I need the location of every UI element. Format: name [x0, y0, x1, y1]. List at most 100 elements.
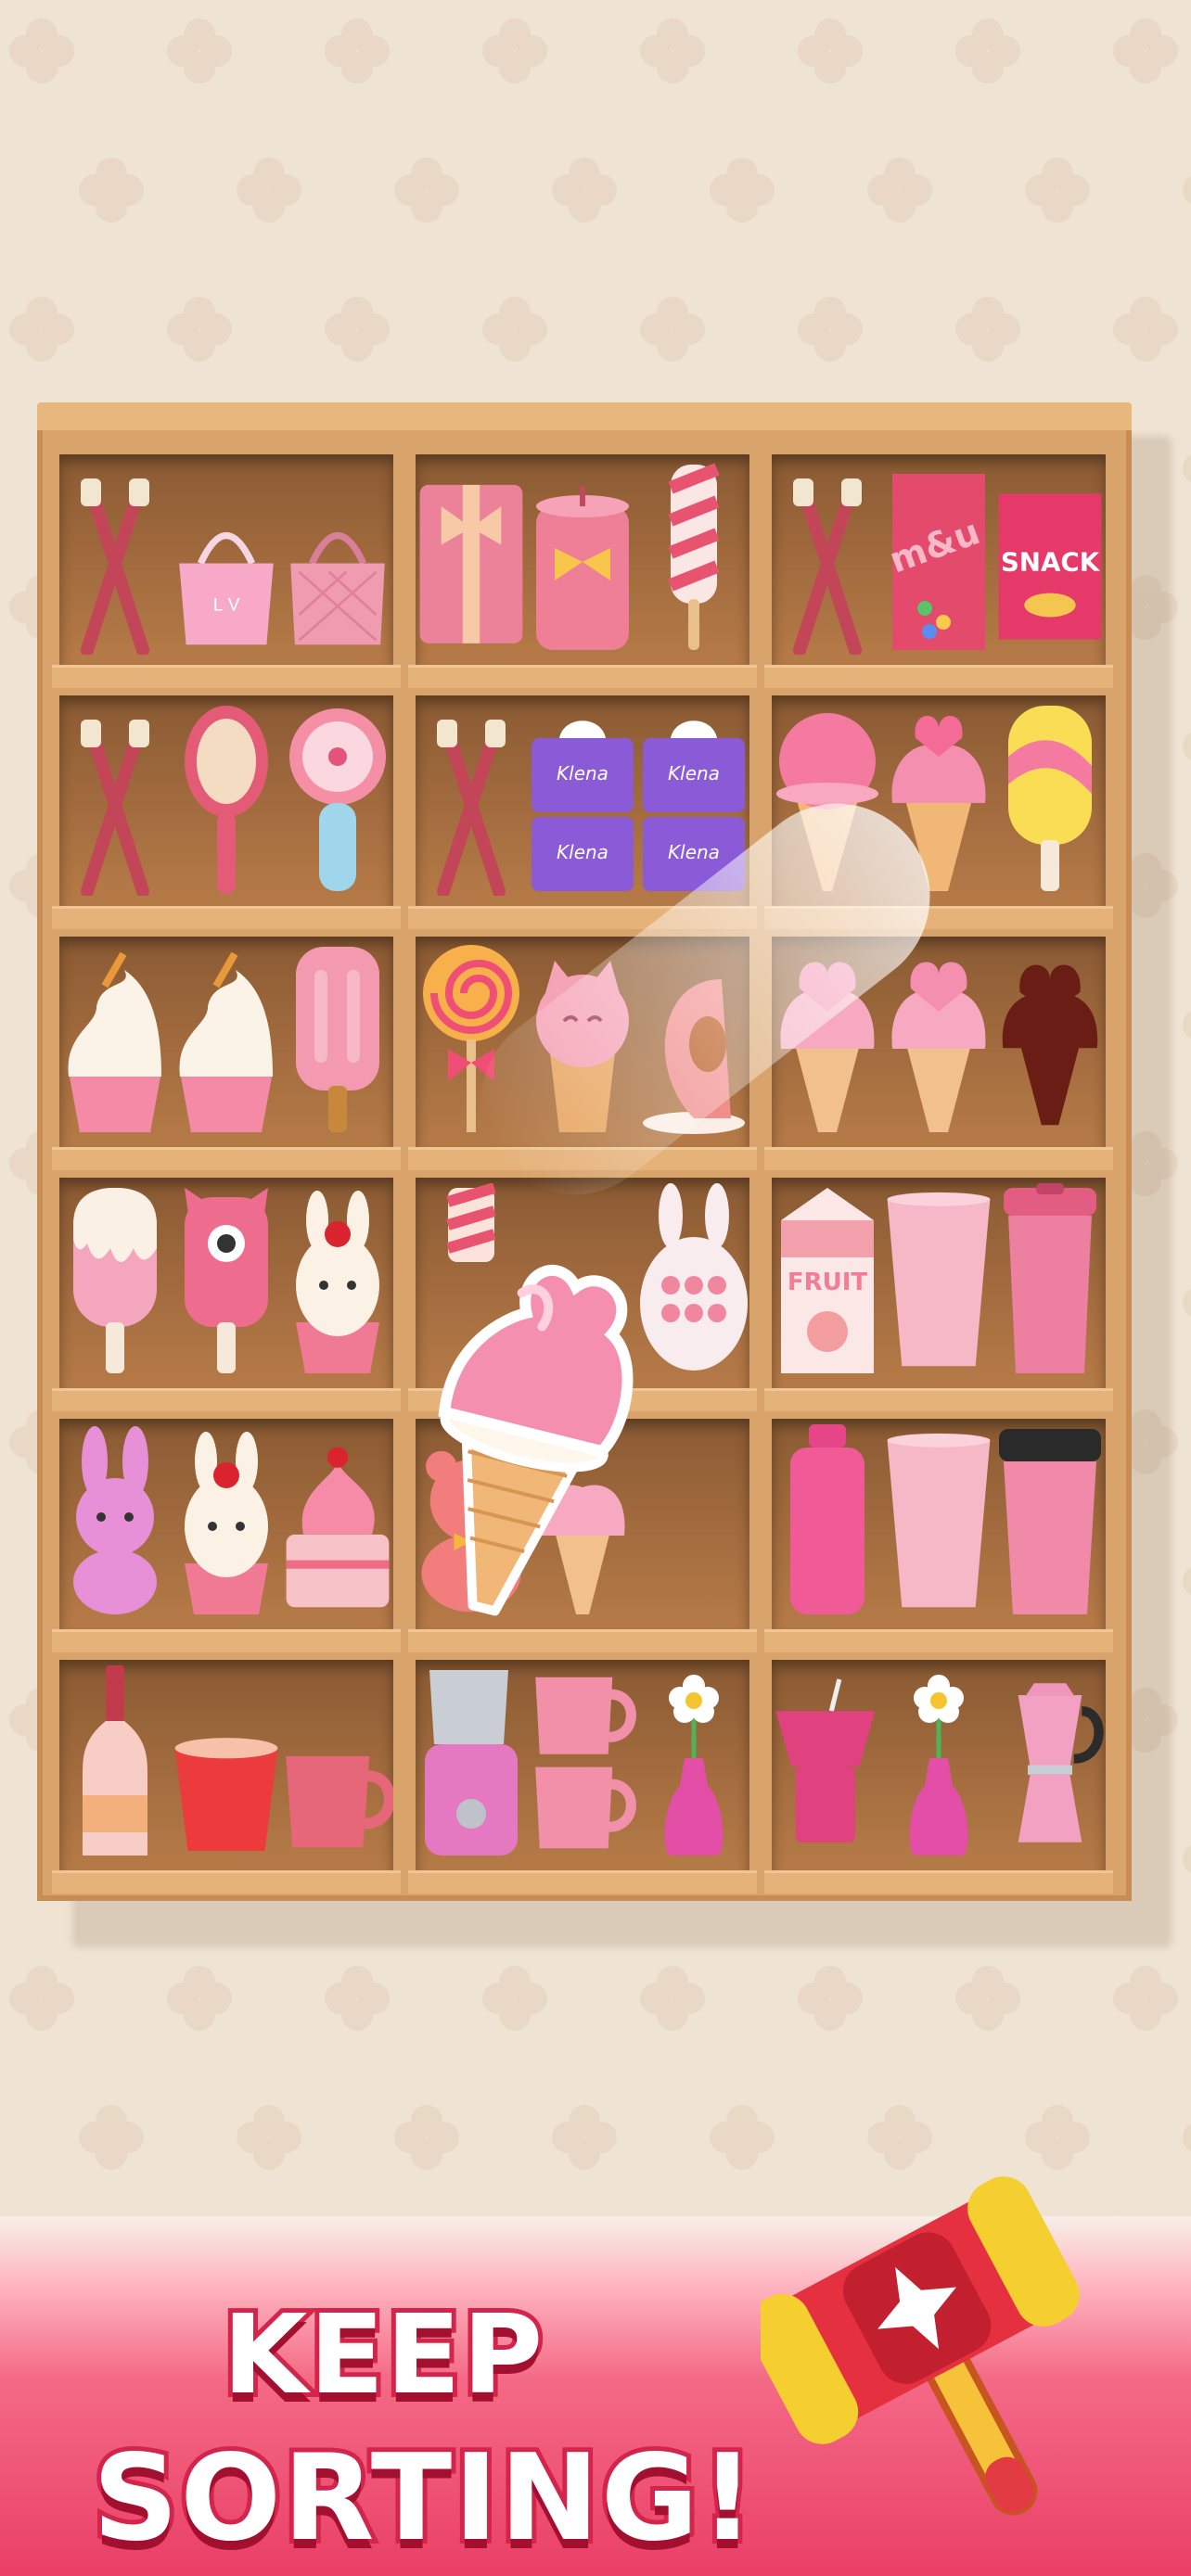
wallpaper-flower	[1113, 19, 1178, 83]
wallpaper-flower	[955, 1966, 1020, 2031]
wallpaper-flower	[9, 297, 74, 362]
layer-cake[interactable]	[282, 1424, 393, 1619]
wallpaper-flower	[710, 158, 775, 223]
wallpaper-flower	[955, 19, 1020, 83]
svg-text:Klena: Klena	[557, 762, 608, 784]
wallpaper-flower	[640, 19, 705, 83]
shelf-slot-r5-c1[interactable]	[52, 1419, 401, 1652]
wallpaper-flower	[394, 158, 459, 223]
popsicle-pink[interactable]	[282, 942, 393, 1137]
wallpaper-flower	[237, 158, 301, 223]
svg-text:SNACK: SNACK	[1001, 547, 1101, 578]
fruit-milk[interactable]: FRUIT	[772, 1183, 883, 1378]
shelf-slot-r1-c2[interactable]	[408, 454, 757, 688]
bunny-egg-cup[interactable]	[282, 1183, 393, 1378]
wallpaper-flower	[482, 297, 547, 362]
mug[interactable]	[282, 1740, 393, 1860]
popsicle-drip[interactable]	[59, 1183, 171, 1378]
wallpaper-flower	[798, 19, 863, 83]
shelf-slot-r2-c1[interactable]	[52, 695, 401, 929]
bunny-egg-cup[interactable]	[171, 1424, 282, 1619]
snack-bag[interactable]: SNACK	[994, 478, 1106, 655]
wallpaper-flower	[1183, 992, 1191, 1057]
popsicle-stripe[interactable]	[994, 701, 1106, 896]
handbag-monogram[interactable]: L V	[171, 506, 282, 655]
shelf-slot-r6-c3[interactable]	[764, 1660, 1113, 1894]
shelf-slot-r5-c3[interactable]	[764, 1419, 1113, 1652]
svg-text:FRUIT: FRUIT	[788, 1269, 868, 1296]
wallpaper-flower	[1183, 436, 1191, 501]
coffee-cup-lid[interactable]	[994, 1424, 1106, 1619]
wallpaper-flower	[1025, 158, 1090, 223]
shelf-top	[37, 402, 1132, 430]
wallpaper-flower	[9, 1966, 74, 2031]
held-ice-cream-cone[interactable]	[380, 1215, 677, 1623]
svg-text:Klena: Klena	[557, 841, 608, 863]
wallpaper-flower	[640, 1966, 705, 2031]
moka-pot[interactable]	[994, 1665, 1106, 1860]
hammer-icon[interactable]	[761, 2161, 1113, 2550]
wallpaper-flower	[9, 19, 74, 83]
shelf-slot-r6-c1[interactable]	[52, 1660, 401, 1894]
hairbrush[interactable]	[171, 701, 282, 896]
wallpaper-flower	[1183, 1827, 1191, 1892]
shelf-slot-r1-c3[interactable]: m&u SNACK	[764, 454, 1113, 688]
wallpaper-flower	[482, 19, 547, 83]
wallpaper-flower	[640, 297, 705, 362]
candle[interactable]	[527, 469, 638, 655]
heart-cone[interactable]	[883, 942, 994, 1137]
travel-tumbler[interactable]	[994, 1183, 1106, 1378]
wallpaper-flower	[1183, 1270, 1191, 1335]
mini-fan[interactable]	[282, 701, 393, 896]
toothbrushes[interactable]	[772, 469, 883, 655]
shelf-slot-r4-c3[interactable]: FRUIT	[764, 1178, 1113, 1411]
handbag-quilted[interactable]	[282, 506, 393, 655]
toothbrushes[interactable]	[59, 710, 171, 896]
wallpaper-flower	[1113, 297, 1178, 362]
toothbrushes[interactable]	[59, 469, 171, 655]
tissue-box[interactable]: Klena Klena	[527, 710, 638, 896]
toothbrushes[interactable]	[416, 710, 527, 896]
wallpaper-flower	[867, 158, 932, 223]
tumbler-cup[interactable]	[883, 1183, 994, 1378]
tumbler-cup[interactable]	[883, 1424, 994, 1619]
svg-text:Klena: Klena	[668, 762, 720, 784]
wallpaper-flower	[482, 1966, 547, 2031]
gift-box[interactable]	[416, 469, 527, 655]
chocolate-bag[interactable]: m&u	[883, 469, 994, 655]
wallpaper-flower	[1113, 1966, 1178, 2031]
wallpaper-flower	[955, 297, 1020, 362]
wallpaper-flower	[325, 1966, 390, 2031]
wallpaper-flower	[325, 19, 390, 83]
wallpaper-flower	[167, 1966, 232, 2031]
wine-bottle[interactable]	[59, 1665, 171, 1860]
shelf-slot-r3-c1[interactable]	[52, 937, 401, 1170]
shelf-slot-r1-c1[interactable]: L V	[52, 454, 401, 688]
cupcake-swirl[interactable]	[171, 951, 282, 1137]
flower-vase[interactable]	[638, 1665, 749, 1860]
wallpaper-flower	[1183, 714, 1191, 779]
wallpaper-flower	[167, 297, 232, 362]
wallpaper-flower	[79, 158, 144, 223]
water-bottle[interactable]	[772, 1424, 883, 1619]
popsicle-monster[interactable]	[171, 1183, 282, 1378]
popsicle-twist[interactable]	[638, 460, 749, 655]
bunny-plush[interactable]	[59, 1424, 171, 1619]
empty-slot-silhouette	[994, 942, 1106, 1137]
wallpaper-flower	[552, 2105, 617, 2170]
slogan-line-1: KEEP	[218, 2286, 547, 2423]
shelf-slot-r2-c2[interactable]: Klena Klena Klena Klena	[408, 695, 757, 929]
wallpaper-flower	[1183, 2105, 1191, 2170]
stacked-mugs[interactable]	[527, 1665, 638, 1860]
straw-cup[interactable]	[772, 1665, 883, 1860]
wallpaper-flower	[167, 19, 232, 83]
wallpaper-flower	[1183, 158, 1191, 223]
wallpaper-flower	[798, 297, 863, 362]
shelf-slot-r4-c1[interactable]	[52, 1178, 401, 1411]
blender[interactable]	[416, 1665, 527, 1860]
svg-text:L V: L V	[213, 595, 240, 615]
shelf-slot-r6-c2[interactable]	[408, 1660, 757, 1894]
jelly-pudding[interactable]	[171, 1730, 282, 1860]
flower-vase[interactable]	[883, 1665, 994, 1860]
cupcake-swirl[interactable]	[59, 951, 171, 1137]
